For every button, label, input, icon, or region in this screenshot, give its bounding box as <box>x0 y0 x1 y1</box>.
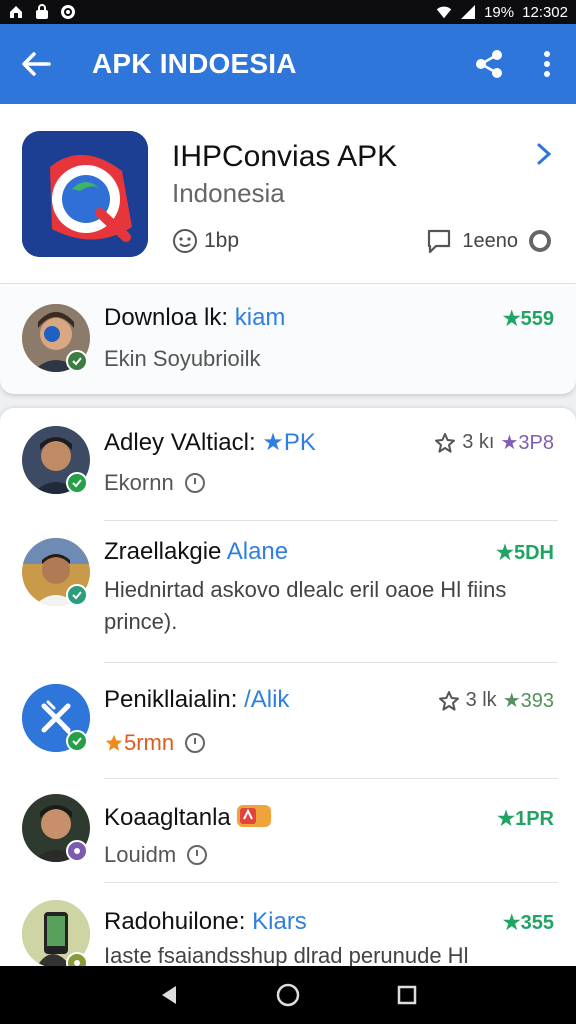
download-subtitle: Ekin Soyubrioilk <box>104 346 261 371</box>
nav-home-button[interactable] <box>268 975 308 1015</box>
item-count: ★355 <box>502 912 554 934</box>
download-card[interactable]: Downloa lk: kiam Ekin Soyubrioilk ★559 <box>0 284 576 394</box>
item-count: ★3P8 <box>500 432 554 454</box>
tag-icon <box>237 805 272 827</box>
back-arrow-icon <box>22 52 51 76</box>
nav-recents-button[interactable] <box>387 975 427 1015</box>
app-meta-right: 1eeno <box>426 228 552 254</box>
verified-badge-icon <box>66 350 88 372</box>
star-outline-icon <box>438 690 459 711</box>
home-icon <box>8 4 24 20</box>
status-bar: 19% 12:302 <box>0 0 576 24</box>
app-bar: APK INDOESIA <box>0 24 576 104</box>
target-icon <box>60 4 76 20</box>
item-description: Iaste fsaiandsshup dlrad perunude Hl <box>104 943 469 966</box>
pin-icon <box>187 845 208 865</box>
share-button[interactable] <box>460 24 518 104</box>
more-vert-icon <box>544 51 550 77</box>
app-subtitle: Indonesia <box>172 178 285 208</box>
item-subtitle: Ekornn <box>104 470 206 496</box>
nav-back-button[interactable] <box>149 975 189 1015</box>
battery-text: 19% <box>484 3 515 21</box>
item-rating: 3 lk <box>465 689 497 711</box>
star-outline-icon <box>435 432 456 453</box>
system-nav-bar <box>0 966 576 1024</box>
badge-icon <box>66 952 88 966</box>
back-triangle-icon <box>162 986 177 1004</box>
item-title: Adley VAltiacl: ★PK <box>104 429 316 456</box>
signal-icon <box>460 4 476 20</box>
lock-icon <box>34 4 50 20</box>
item-stats: 3 lk ★393 <box>438 688 554 713</box>
list-item[interactable]: Koaagltanla Louidm ★1PR <box>0 778 576 882</box>
more-options-button[interactable] <box>518 24 576 104</box>
item-stats: 3 kı ★3P8 <box>434 430 554 455</box>
star-filled-icon <box>105 734 123 751</box>
app-meta-left-text: 1bp <box>204 229 240 252</box>
item-title: Zraellakgie Alane <box>104 538 289 565</box>
download-highlight: kiam <box>234 304 286 331</box>
list-item[interactable]: Penikllaialin: /Alik 5rmn 3 lk ★393 <box>0 662 576 778</box>
item-count: ★1PR <box>497 808 554 830</box>
item-subtitle: 5rmn <box>104 730 206 756</box>
app-meta-left: 1bp <box>172 228 239 254</box>
item-title: Koaagltanla <box>104 804 272 832</box>
app-meta-right-text: 1eeno <box>462 229 518 252</box>
share-icon <box>476 50 502 78</box>
smiley-icon <box>173 229 197 253</box>
clock: 12:302 <box>522 3 568 21</box>
comment-icon <box>428 229 451 254</box>
app-logo-icon <box>22 131 148 257</box>
status-right: 19% 12:302 <box>436 4 568 21</box>
recents-square-icon <box>397 985 416 1005</box>
list-item[interactable]: Adley VAltiacl: ★PK Ekornn 3 kı ★3P8 <box>0 408 576 520</box>
home-circle-icon <box>276 983 300 1007</box>
item-title: Radohuilone: Kiars <box>104 908 307 935</box>
verified-badge-icon <box>66 472 88 494</box>
badge-icon <box>66 840 88 862</box>
app-bar-title: APK INDOESIA <box>92 48 297 79</box>
download-row[interactable]: Downloa lk: kiam Ekin Soyubrioilk ★559 <box>0 284 576 394</box>
item-count: ★393 <box>502 690 554 712</box>
pin-icon <box>185 733 206 753</box>
pin-icon <box>184 473 205 493</box>
item-rating: 3 kı <box>462 431 495 453</box>
download-title: Downloa lk: kiam <box>104 304 286 331</box>
item-count: ★5DH <box>496 542 554 564</box>
back-button[interactable] <box>0 24 72 104</box>
chevron-right-icon[interactable] <box>536 142 552 171</box>
list-card: Adley VAltiacl: ★PK Ekornn 3 kı ★3P8 Zra… <box>0 408 576 966</box>
app-header-card[interactable]: IHPConvias APK Indonesia 1bp 1eeno <box>0 104 576 284</box>
download-count: ★559 <box>502 308 554 330</box>
circle-icon <box>529 230 551 252</box>
status-left-icons <box>8 4 76 20</box>
list-item[interactable]: Radohuilone: Kiars Iaste fsaiandsshup dl… <box>0 882 576 966</box>
item-title: Penikllaialin: /Alik <box>104 686 290 713</box>
verified-badge-icon <box>66 584 88 606</box>
item-description: Hiednirtad askovo dlealc eril oaoe Hl fi… <box>104 577 507 634</box>
wifi-icon <box>436 4 452 20</box>
app-name: IHPConvias APK <box>172 140 398 173</box>
list-item[interactable]: Zraellakgie Alane Hiednirtad askovo dlea… <box>0 520 576 662</box>
item-subtitle: Louidm <box>104 842 208 868</box>
verified-badge-icon <box>66 730 88 752</box>
item-sub-rating: 5rmn <box>104 730 174 756</box>
